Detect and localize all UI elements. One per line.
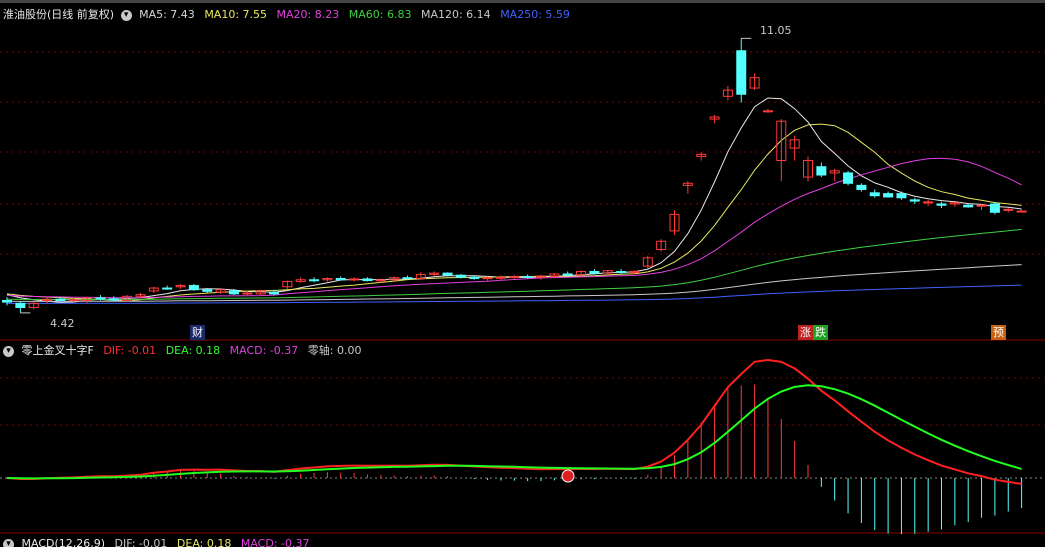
golden-cross-marker-icon xyxy=(561,469,575,483)
candle-body xyxy=(482,277,493,280)
zero-axis-value: 零轴: 0.00 xyxy=(307,344,362,357)
stock-chart-window: 淮油股份(日线 前复权) ▾ MA5: 7.43 MA10: 7.55 MA20… xyxy=(0,0,1045,547)
candle-body xyxy=(869,192,880,197)
dif-value: DIF: -0.01 xyxy=(103,344,157,357)
candle-body xyxy=(335,278,346,281)
bottom-dea-value: DEA: 0.18 xyxy=(176,537,232,547)
bottom-settings-gear-icon[interactable]: ▾ xyxy=(3,538,14,547)
ma250-value: MA250: 5.59 xyxy=(500,8,570,21)
candle-body xyxy=(1003,208,1014,211)
candle-body xyxy=(509,275,520,278)
candle-body xyxy=(442,272,453,276)
candle-body xyxy=(55,298,66,301)
ma120-value: MA120: 6.14 xyxy=(420,8,491,21)
limit-up-badge[interactable]: 涨 xyxy=(798,325,813,340)
sub-indicator-title[interactable]: 零上金叉十字F xyxy=(22,344,94,357)
candle-body xyxy=(963,204,974,208)
candle-body xyxy=(923,201,934,204)
bottom-macd-value: MACD: -0.37 xyxy=(240,537,310,547)
candle-body xyxy=(736,50,747,95)
bottom-indicator-title[interactable]: MACD(12,26,9) xyxy=(22,537,106,547)
candle-body xyxy=(976,204,987,207)
ma5-line xyxy=(6,97,1022,304)
candle-body xyxy=(883,193,894,198)
bottom-panel-header: ▾ MACD(12,26,9) DIF: -0.01 DEA: 0.18 MAC… xyxy=(3,535,316,547)
bottom-dif-value: DIF: -0.01 xyxy=(114,537,168,547)
candle-body xyxy=(495,276,506,279)
limit-down-badge[interactable]: 跌 xyxy=(813,325,828,340)
candle-body xyxy=(162,287,173,290)
candle-body xyxy=(402,277,413,280)
ma10-value: MA10: 7.55 xyxy=(204,8,268,21)
candle-body xyxy=(989,203,1000,213)
candle-body xyxy=(228,290,239,295)
high-price-label: 11.05 xyxy=(760,24,792,37)
candle-body xyxy=(856,184,867,190)
candle-body xyxy=(2,299,12,303)
candle-body xyxy=(349,278,360,281)
dif-line xyxy=(6,358,1022,485)
candle-body xyxy=(762,110,773,113)
settings-gear-icon[interactable]: ▾ xyxy=(120,9,132,21)
macd-value: MACD: -0.37 xyxy=(229,344,299,357)
candle-body xyxy=(936,203,947,206)
candle-body xyxy=(843,172,854,184)
candle-body xyxy=(1016,210,1027,213)
candle-body xyxy=(455,274,466,278)
candle-body xyxy=(909,199,920,202)
candle-body xyxy=(188,285,199,291)
candle-body xyxy=(562,273,573,276)
candle-body xyxy=(616,270,627,273)
candle-body xyxy=(269,291,279,295)
ma60-value: MA60: 6.83 xyxy=(348,8,412,21)
ma120-line xyxy=(6,264,1022,302)
candle-body xyxy=(469,276,480,280)
ma5-value: MA5: 7.43 xyxy=(139,8,195,21)
candle-body xyxy=(202,289,213,292)
candle-body xyxy=(522,275,533,278)
dea-value: DEA: 0.18 xyxy=(165,344,221,357)
candle-body xyxy=(95,297,106,300)
ma60-line xyxy=(6,228,1022,300)
candle-body xyxy=(362,278,373,282)
candle-body xyxy=(15,302,26,309)
ma20-value: MA20: 8.23 xyxy=(276,8,340,21)
dea-line xyxy=(6,384,1022,480)
candle-body xyxy=(896,193,907,199)
sub-panel-header: ▾ 零上金叉十字F DIF: -0.01 DEA: 0.18 MACD: -0.… xyxy=(3,342,367,359)
main-panel-header: 淮油股份(日线 前复权) ▾ MA5: 7.43 MA10: 7.55 MA20… xyxy=(3,6,576,23)
chart-canvas[interactable] xyxy=(0,0,1045,547)
candle-body xyxy=(108,298,119,301)
candle-body xyxy=(375,279,386,282)
candle-body xyxy=(629,270,640,273)
sub-settings-gear-icon[interactable]: ▾ xyxy=(3,345,14,357)
finance-event-badge[interactable]: 财 xyxy=(190,325,205,340)
low-price-label: 4.42 xyxy=(50,317,75,330)
candle-body xyxy=(242,292,253,295)
stock-title[interactable]: 淮油股份(日线 前复权) xyxy=(3,8,114,21)
forecast-badge[interactable]: 预 xyxy=(991,325,1006,340)
candle-body xyxy=(816,166,827,176)
candle-body xyxy=(309,279,320,282)
candle-body xyxy=(68,299,79,302)
candle-body xyxy=(589,270,600,274)
